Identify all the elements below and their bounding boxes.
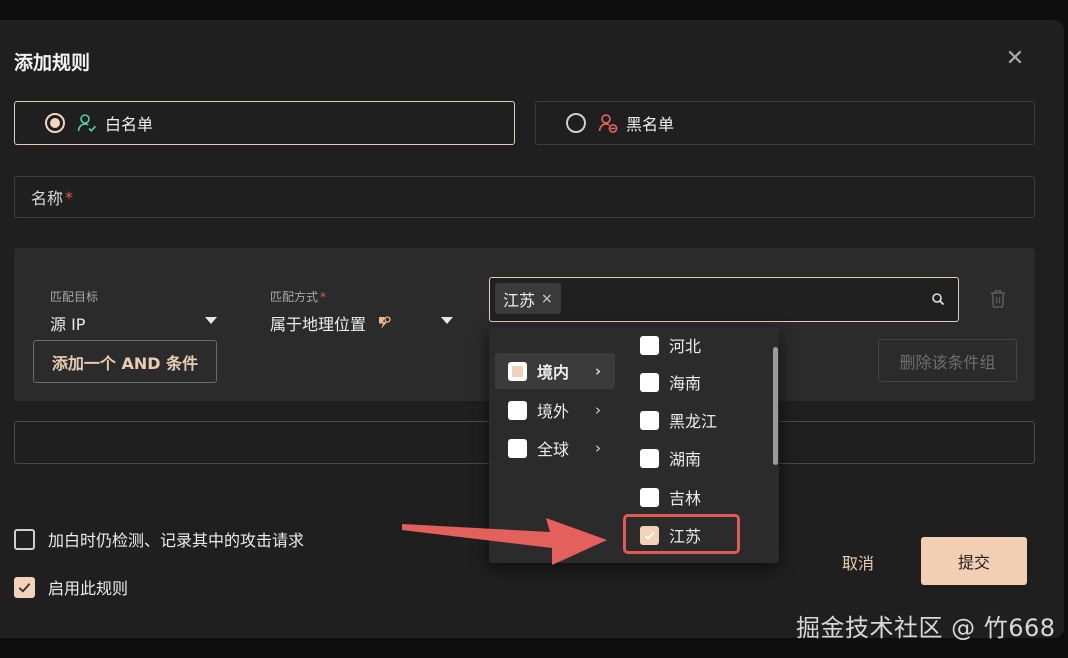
blacklist-option[interactable]: 黑名单	[535, 101, 1035, 145]
annotation-arrow-icon	[402, 518, 607, 565]
enable-rule-option[interactable]: 启用此规则	[14, 575, 128, 599]
radio-unselected-icon	[566, 113, 586, 133]
annotation-highlight-box	[623, 514, 740, 554]
checkbox-checked[interactable]	[14, 576, 35, 598]
region-item-domestic[interactable]: 境内 ›	[495, 353, 615, 389]
province-item[interactable]: 河北	[630, 329, 765, 361]
whitelist-label: 白名单	[105, 115, 154, 134]
delete-condition-group-button[interactable]: 删除该条件组	[878, 339, 1017, 382]
chevron-right-icon: ›	[595, 439, 601, 457]
scrollbar-thumb[interactable]	[773, 347, 778, 465]
match-target-label: 匹配目标	[50, 290, 99, 304]
required-mark: *	[65, 187, 74, 207]
checkbox[interactable]	[14, 528, 35, 550]
selected-tag: 江苏 ×	[495, 283, 561, 314]
tag-remove-icon[interactable]: ×	[541, 291, 553, 307]
radio-selected-icon	[45, 113, 65, 133]
match-method-label: 匹配方式 *	[270, 290, 327, 304]
whitelist-option[interactable]: 白名单	[14, 101, 515, 145]
region-item-overseas[interactable]: 境外 ›	[495, 392, 615, 428]
checkbox-partial[interactable]	[508, 361, 527, 381]
region-item-global[interactable]: 全球 ›	[495, 430, 615, 466]
watermark: 掘金技术社区 @ 竹668	[796, 614, 1056, 642]
chevron-right-icon: ›	[594, 362, 601, 380]
name-field[interactable]: 名称 *	[14, 176, 1035, 218]
checkbox[interactable]	[508, 400, 527, 420]
geo-location-input[interactable]: 江苏 ×	[489, 277, 959, 322]
check-icon	[18, 582, 31, 593]
chevron-down-icon[interactable]	[205, 317, 217, 324]
blacklist-label: 黑名单	[626, 115, 675, 134]
search-icon	[932, 293, 945, 306]
checkbox[interactable]	[640, 410, 659, 430]
province-item[interactable]: 吉林	[630, 481, 765, 513]
chevron-right-icon: ›	[595, 401, 601, 419]
close-icon[interactable]: ✕	[1004, 48, 1026, 70]
province-item[interactable]: 湖南	[630, 442, 765, 474]
checkbox[interactable]	[640, 487, 659, 507]
checkbox[interactable]	[640, 372, 659, 392]
whitelist-detect-option[interactable]: 加白时仍检测、记录其中的攻击请求	[14, 527, 304, 551]
user-block-icon	[598, 114, 618, 133]
checkbox[interactable]	[508, 438, 527, 458]
submit-button[interactable]: 提交	[921, 537, 1027, 585]
cancel-button[interactable]: 取消	[842, 550, 874, 574]
add-and-condition-button[interactable]: 添加一个 AND 条件	[33, 340, 217, 383]
chevron-down-icon[interactable]	[441, 317, 453, 324]
dialog-title: 添加规则	[14, 52, 91, 74]
name-label: 名称	[31, 189, 64, 208]
match-method-select[interactable]: 属于地理位置	[270, 311, 392, 335]
checkbox[interactable]	[640, 448, 659, 468]
trash-icon[interactable]	[988, 288, 1008, 310]
checkbox[interactable]	[640, 335, 659, 355]
geo-location-icon	[379, 316, 391, 329]
province-item[interactable]: 海南	[630, 366, 765, 398]
match-target-select[interactable]: 源 IP	[50, 311, 85, 335]
user-check-icon	[77, 114, 97, 133]
province-item[interactable]: 黑龙江	[630, 404, 765, 436]
